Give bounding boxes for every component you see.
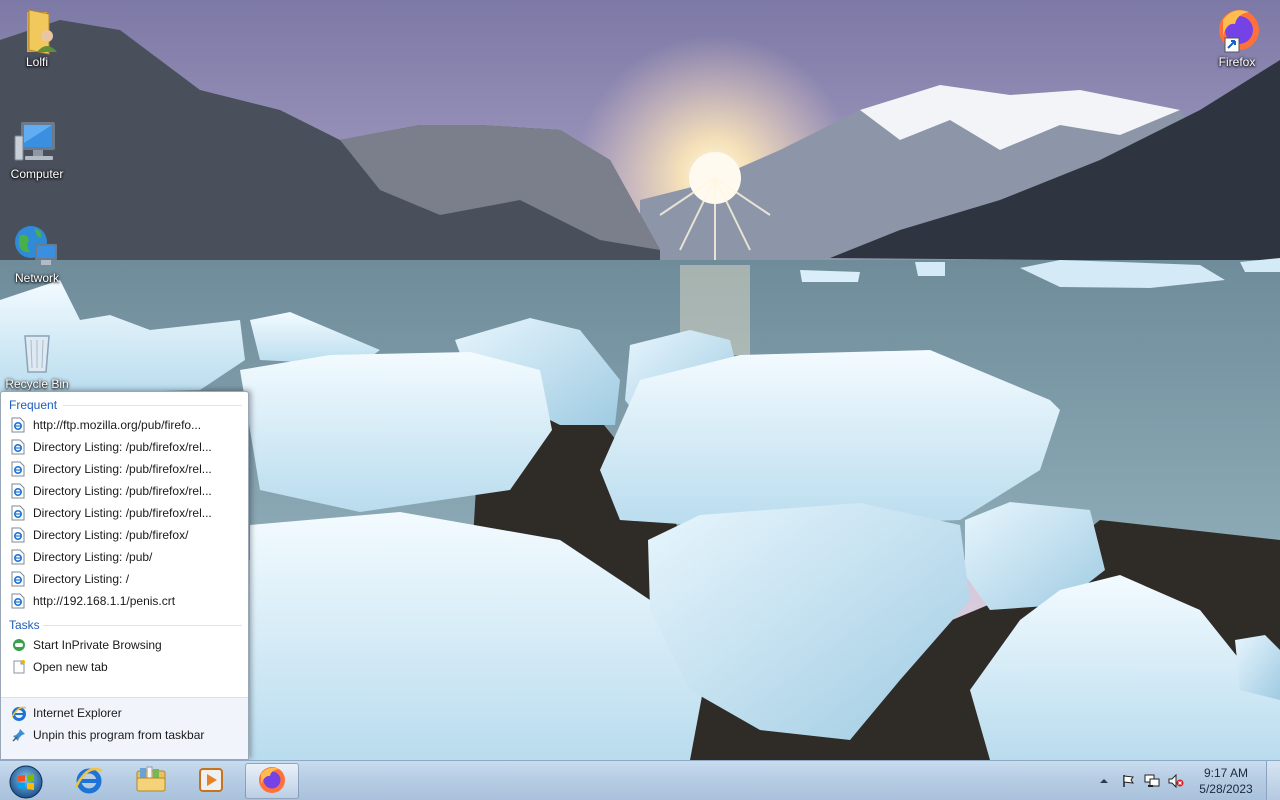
frequent-item-label: Directory Listing: /pub/firefox/rel... xyxy=(33,506,212,520)
taskbar-media-player[interactable] xyxy=(184,763,238,799)
frequent-item[interactable]: http://192.168.1.1/penis.crt xyxy=(1,590,248,612)
frequent-item[interactable]: Directory Listing: /pub/firefox/rel... xyxy=(1,436,248,458)
ie-page-icon xyxy=(11,439,25,455)
ie-page-icon xyxy=(11,461,25,477)
frequent-item[interactable]: Directory Listing: /pub/firefox/rel... xyxy=(1,502,248,524)
frequent-item[interactable]: Directory Listing: /pub/ xyxy=(1,546,248,568)
unpin-label: Unpin this program from taskbar xyxy=(33,728,205,742)
unpin-icon xyxy=(11,727,27,743)
frequent-item[interactable]: http://ftp.mozilla.org/pub/firefo... xyxy=(1,414,248,436)
desktop-icon-recycle-bin[interactable]: Recycle Bin xyxy=(0,328,74,391)
internet-explorer-icon xyxy=(11,705,27,721)
desktop-icon-computer[interactable]: Computer xyxy=(0,118,74,181)
system-tray: 9:17 AM 5/28/2023 xyxy=(1092,761,1280,800)
frequent-item-label: Directory Listing: /pub/firefox/rel... xyxy=(33,484,212,498)
action-center-flag-icon[interactable] xyxy=(1120,773,1136,789)
show-hidden-icons-button[interactable] xyxy=(1096,773,1112,789)
ie-page-icon xyxy=(11,483,25,499)
program-label: Internet Explorer xyxy=(33,706,122,720)
ie-page-icon xyxy=(11,549,25,565)
frequent-item-label: http://192.168.1.1/penis.crt xyxy=(33,594,176,608)
inprivate-icon xyxy=(11,637,27,653)
jump-list-frequent-header: Frequent xyxy=(1,392,248,414)
clock-time: 9:17 AM xyxy=(1203,766,1249,780)
network-status-icon[interactable] xyxy=(1144,773,1160,789)
desktop-icon-label: Network xyxy=(14,271,59,285)
jump-list-program-area: Internet Explorer Unpin this program fro… xyxy=(1,697,248,759)
desktop-icon-firefox[interactable]: Firefox xyxy=(1200,6,1274,69)
network-icon xyxy=(13,222,61,270)
taskbar: 9:17 AM 5/28/2023 xyxy=(0,760,1280,800)
jump-list-tasks-header: Tasks xyxy=(1,612,248,634)
desktop-icon-network[interactable]: Network xyxy=(0,222,74,285)
frequent-item[interactable]: Directory Listing: / xyxy=(1,568,248,590)
desktop-icon-label: Firefox xyxy=(1218,55,1256,69)
frequent-item[interactable]: Directory Listing: /pub/firefox/ xyxy=(1,524,248,546)
desktop-icon-label: Recycle Bin xyxy=(5,377,69,391)
taskbar-internet-explorer[interactable] xyxy=(62,763,116,799)
firefox-icon xyxy=(1213,6,1261,54)
ie-page-icon xyxy=(11,505,25,521)
frequent-item-label: Directory Listing: /pub/ xyxy=(33,550,153,564)
start-button[interactable] xyxy=(6,764,46,800)
show-desktop-button[interactable] xyxy=(1266,761,1280,800)
unpin-from-taskbar[interactable]: Unpin this program from taskbar xyxy=(1,724,248,746)
frequent-list: http://ftp.mozilla.org/pub/firefo... Dire… xyxy=(1,414,248,612)
ie-page-icon xyxy=(11,527,25,543)
desktop-icon-label: Computer xyxy=(10,167,64,181)
task-label: Open new tab xyxy=(33,660,108,674)
ie-page-icon xyxy=(11,417,25,433)
frequent-item-label: http://ftp.mozilla.org/pub/firefo... xyxy=(33,418,202,432)
frequent-item[interactable]: Directory Listing: /pub/firefox/rel... xyxy=(1,458,248,480)
firefox-icon xyxy=(257,765,287,798)
user-folder-icon xyxy=(13,6,61,55)
frequent-item-label: Directory Listing: /pub/firefox/ xyxy=(33,528,189,542)
task-label: Start InPrivate Browsing xyxy=(33,638,162,652)
open-internet-explorer[interactable]: Internet Explorer xyxy=(1,702,248,724)
frequent-item-label: Directory Listing: /pub/firefox/rel... xyxy=(33,440,212,454)
folder-library-icon xyxy=(135,765,167,798)
frequent-item[interactable]: Directory Listing: /pub/firefox/rel... xyxy=(1,480,248,502)
taskbar-windows-explorer[interactable] xyxy=(124,763,178,799)
recycle-bin-icon xyxy=(13,328,61,376)
task-start-inprivate[interactable]: Start InPrivate Browsing xyxy=(1,634,248,656)
computer-icon xyxy=(13,118,61,166)
frequent-item-label: Directory Listing: / xyxy=(33,572,130,586)
jump-list: Frequent http://ftp.mozilla.org/pub/fire… xyxy=(0,391,249,760)
media-player-icon xyxy=(197,766,225,797)
clock[interactable]: 9:17 AM 5/28/2023 xyxy=(1192,765,1260,797)
taskbar-firefox[interactable] xyxy=(245,763,299,799)
new-tab-icon xyxy=(11,659,27,675)
internet-explorer-icon xyxy=(74,765,104,798)
ie-page-icon xyxy=(11,593,25,609)
clock-date: 5/28/2023 xyxy=(1199,782,1253,796)
ie-page-icon xyxy=(11,571,25,587)
frequent-item-label: Directory Listing: /pub/firefox/rel... xyxy=(33,462,212,476)
desktop-icon-lolfi[interactable]: Lolfi xyxy=(0,6,74,69)
task-open-new-tab[interactable]: Open new tab xyxy=(1,656,248,678)
volume-muted-icon[interactable] xyxy=(1168,773,1184,789)
